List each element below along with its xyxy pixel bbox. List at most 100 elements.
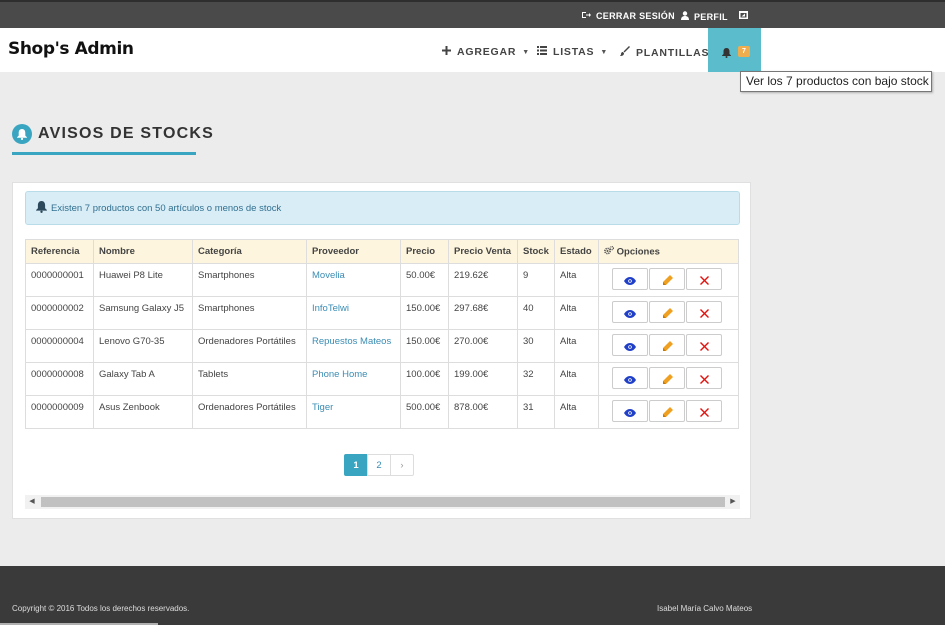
navbar: Shop's Admin AGREGAR ▼ LISTAS ▼ PLANTILL… [0,28,945,72]
cell-status: Alta [554,263,599,297]
times-icon [699,408,709,418]
col-header[interactable]: Proveedor [306,239,401,264]
cell-sale-price: 297.68€ [448,296,518,330]
cell-status: Alta [554,362,599,396]
cell-options [598,263,739,297]
view-button[interactable] [612,367,648,389]
next-page-button[interactable]: › [390,454,414,476]
top-bar: CERRAR SESIÓN PERFIL [0,0,945,28]
horizontal-scrollbar[interactable]: ◀ ▶ [25,495,740,509]
delete-button[interactable] [686,301,722,323]
cell-stock: 32 [517,362,555,396]
cell-stock: 40 [517,296,555,330]
nav-lists[interactable]: LISTAS ▼ [537,46,608,58]
col-header[interactable]: Precio [400,239,449,264]
logout-link[interactable]: CERRAR SESIÓN [582,11,675,21]
delete-button[interactable] [686,334,722,356]
cell-reference: 0000000009 [25,395,94,429]
plus-icon [442,46,451,58]
eye-icon [624,276,636,285]
col-header[interactable]: Precio Venta [448,239,518,264]
pencil-icon [662,275,673,286]
bell-icon [722,45,731,63]
stock-alerts-button[interactable]: 7 [708,28,761,72]
delete-button[interactable] [686,268,722,290]
eye-icon [624,309,636,318]
eye-icon [624,342,636,351]
cell-stock: 9 [517,263,555,297]
cell-price: 100.00€ [400,362,449,396]
page-1[interactable]: 1 [344,454,368,476]
user-icon [681,11,689,22]
cell-name: Lenovo G70-35 [93,329,193,363]
footer: Copyright © 2016 Todos los derechos rese… [0,566,945,625]
cell-name: Asus Zenbook [93,395,193,429]
nav-lists-label: LISTAS [553,46,595,58]
edit-button[interactable] [649,367,685,389]
delete-button[interactable] [686,367,722,389]
brand-logo[interactable]: Shop's Admin [8,39,134,59]
col-header[interactable]: Estado [554,239,599,264]
col-header[interactable]: Categoría [192,239,307,264]
scroll-right-icon[interactable]: ▶ [726,495,740,509]
scrollbar-thumb[interactable] [41,497,725,507]
bell-icon [36,200,47,216]
cell-price: 150.00€ [400,296,449,330]
table-row: 0000000002 Samsung Galaxy J5 Smartphones In… [25,296,739,330]
alert-count-badge: 7 [738,46,750,57]
cell-price: 150.00€ [400,329,449,363]
window-link[interactable] [739,11,748,21]
cell-stock: 31 [517,395,555,429]
view-button[interactable] [612,400,648,422]
cell-name: Samsung Galaxy J5 [93,296,193,330]
pencil-icon [662,374,673,385]
cell-options [598,329,739,363]
delete-button[interactable] [686,400,722,422]
view-button[interactable] [612,301,648,323]
cell-reference: 0000000004 [25,329,94,363]
times-icon [699,375,709,385]
edit-button[interactable] [649,400,685,422]
times-icon [699,276,709,286]
cell-category: Ordenadores Portátiles [192,395,307,429]
cell-name: Galaxy Tab A [93,362,193,396]
cell-reference: 0000000001 [25,263,94,297]
cell-stock: 30 [517,329,555,363]
edit-button[interactable] [649,301,685,323]
cell-provider[interactable]: InfoTelwi [306,296,401,330]
cell-sale-price: 270.00€ [448,329,518,363]
stock-table: Referencia Nombre Categoría Proveedor Pr… [25,239,739,429]
col-header[interactable]: Nombre [93,239,193,264]
pagination: 1 2 › [344,454,414,476]
table-row: 0000000008 Galaxy Tab A Tablets Phone Home 1… [25,362,739,396]
view-button[interactable] [612,268,648,290]
edit-button[interactable] [649,268,685,290]
cell-category: Ordenadores Portátiles [192,329,307,363]
cell-price: 50.00€ [400,263,449,297]
times-icon [699,342,709,352]
cell-provider[interactable]: Movelia [306,263,401,297]
pencil-icon [662,407,673,418]
edit-button[interactable] [649,334,685,356]
page-2[interactable]: 2 [367,454,391,476]
eye-icon [624,375,636,384]
bell-icon [12,124,32,144]
title-underline [12,152,196,155]
scroll-left-icon[interactable]: ◀ [25,495,39,509]
profile-link[interactable]: PERFIL [681,11,728,22]
cell-status: Alta [554,395,599,429]
page-title-text: AVISOS DE STOCKS [38,125,214,142]
col-header[interactable]: Referencia [25,239,94,264]
cell-provider[interactable]: Repuestos Mateos [306,329,401,363]
nav-add[interactable]: AGREGAR ▼ [442,46,530,58]
nav-add-label: AGREGAR [457,46,517,58]
col-header[interactable]: Stock [517,239,555,264]
profile-label: PERFIL [694,11,728,22]
logout-label: CERRAR SESIÓN [596,11,675,21]
view-button[interactable] [612,334,648,356]
nav-templates[interactable]: PLANTILLAS [620,46,709,59]
stock-alert-box: Existen 7 productos con 50 artículos o m… [25,191,740,225]
caret-down-icon: ▼ [522,48,531,56]
cell-provider[interactable]: Tiger [306,395,401,429]
cell-provider[interactable]: Phone Home [306,362,401,396]
